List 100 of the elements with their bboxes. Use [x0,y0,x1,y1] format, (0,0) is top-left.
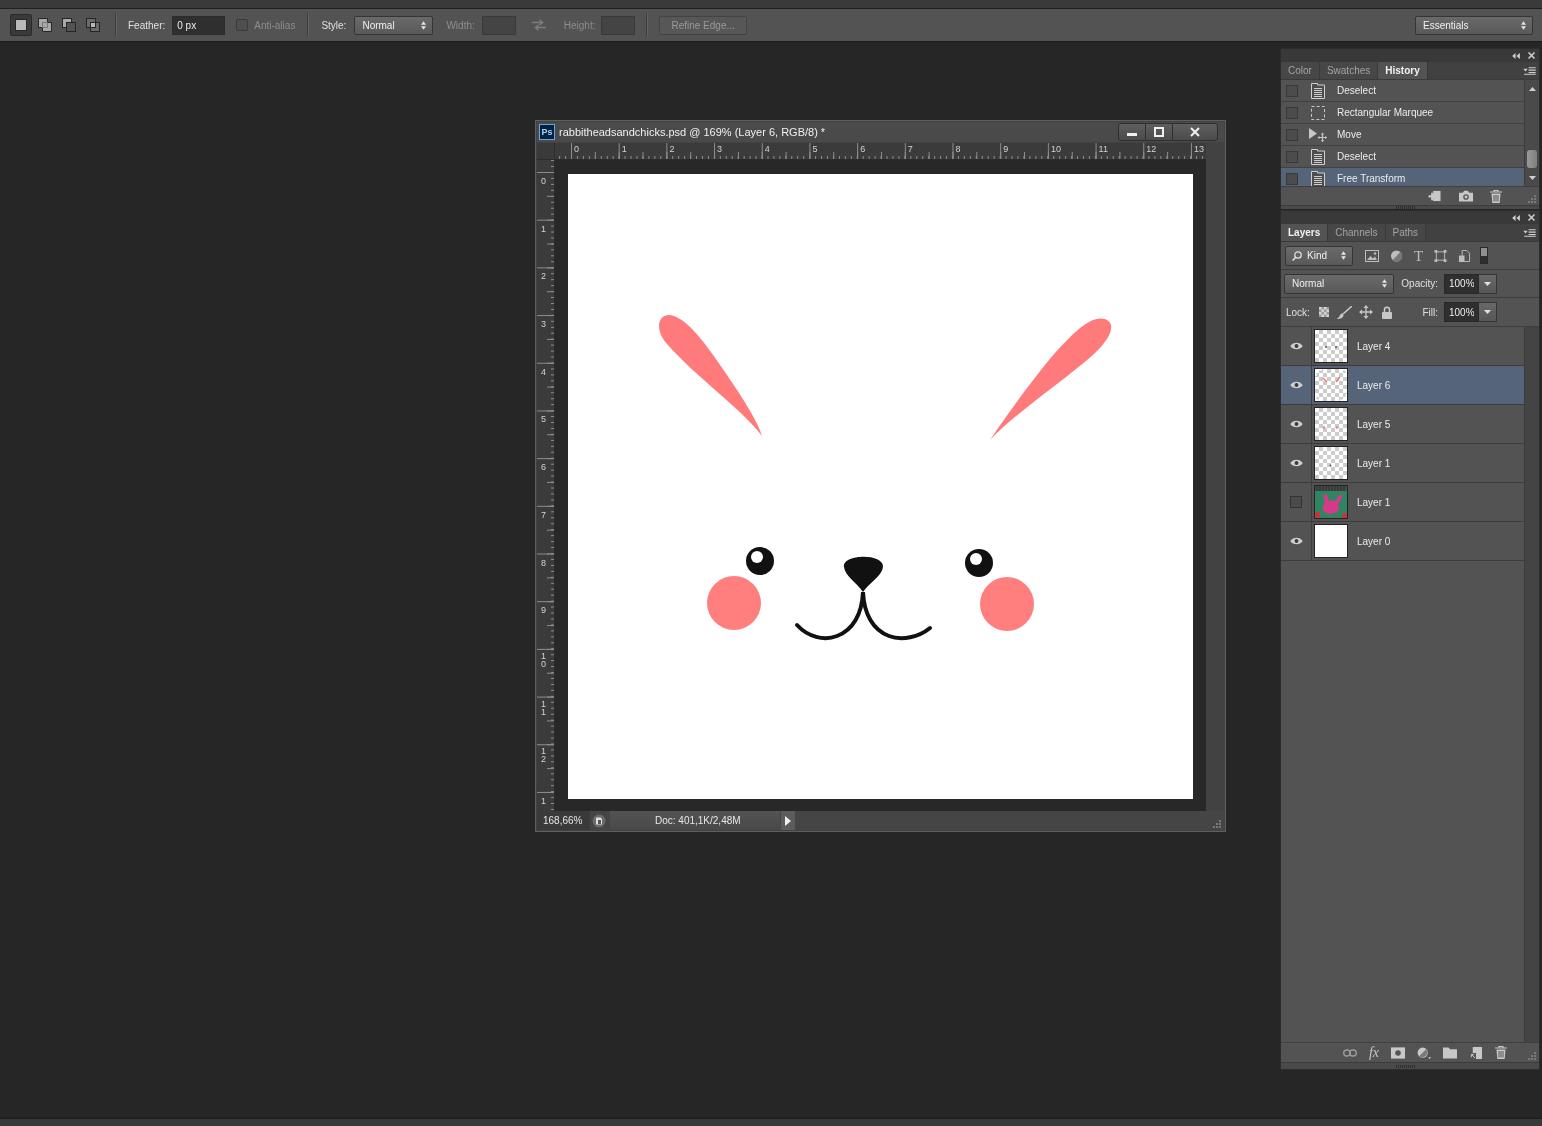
history-state-row[interactable]: Deselect [1281,80,1524,102]
folder-icon[interactable] [1443,1046,1457,1059]
layer-row[interactable]: Layer 0 [1281,522,1524,561]
close-icon[interactable] [1528,52,1535,59]
style-dropdown[interactable]: Normal [354,15,434,35]
new-layer-icon[interactable] [1469,1046,1483,1059]
lock-label: Lock: [1286,306,1310,318]
shape-frame-icon[interactable] [1434,249,1448,262]
opacity-dropdown-button[interactable] [1479,273,1497,294]
caret-icon [1484,281,1491,286]
eye-icon[interactable] [1289,459,1303,467]
panel-tab[interactable]: Swatches [1319,62,1379,79]
panel-menu-icon[interactable] [1523,66,1536,75]
panel-tab[interactable]: Layers [1281,224,1329,241]
type-filter-button[interactable]: T [1414,248,1424,263]
workspace-dropdown[interactable]: Essentials [1415,15,1533,35]
smart-object-icon[interactable] [1458,249,1472,262]
updown-arrows-icon [1521,20,1526,30]
eye-icon[interactable] [1289,381,1303,389]
scroll-thumb[interactable] [1527,150,1537,168]
layer-thumbnail [1314,329,1348,363]
layer-row[interactable]: Layer 1 [1281,483,1524,522]
new-document-icon[interactable] [1428,190,1442,202]
trash-icon[interactable] [1490,189,1502,203]
history-source-checkbox[interactable] [1286,128,1298,141]
move-arrows-icon[interactable] [1358,305,1373,319]
resize-grip-icon[interactable] [1213,819,1221,828]
filter-kind-dropdown[interactable]: Kind [1285,245,1353,266]
feather-label: Feather: [128,19,166,31]
layer-name: Layer 4 [1357,340,1391,352]
panel-tab[interactable]: History [1378,62,1428,79]
filter-toggle-switch[interactable] [1480,247,1489,264]
layer-name: Layer 0 [1357,535,1391,547]
image-icon[interactable] [1365,249,1379,262]
link-icon[interactable] [1342,1046,1357,1059]
blend-mode-dropdown[interactable]: Normal [1284,273,1394,294]
up-arrow-icon[interactable] [1528,87,1536,91]
updown-arrows-icon [1382,279,1387,288]
eye-icon[interactable] [1289,537,1303,545]
ruler-number: 12 [1146,144,1157,154]
selection-mode-button[interactable] [10,14,32,36]
maximize-button[interactable] [1146,123,1173,141]
close-button[interactable] [1173,123,1218,141]
close-icon[interactable] [1528,214,1535,221]
history-state-label: Move [1337,129,1362,140]
mask-icon[interactable] [1391,1046,1405,1059]
drag-handle-icon[interactable] [1396,206,1416,209]
half-circle-icon[interactable] [1417,1046,1431,1059]
panel-tab[interactable]: Color [1281,62,1320,79]
ruler-number: 13 [1193,144,1204,154]
layer-effects-button[interactable]: fx [1368,1045,1379,1060]
ruler-number: 6 [860,144,866,154]
history-state-label: Deselect [1337,85,1376,96]
resize-grip-icon[interactable] [1528,1052,1536,1060]
ruler-number: 9 [1003,144,1009,154]
updown-arrows-icon [1341,251,1346,260]
trash-icon[interactable] [1495,1046,1507,1059]
history-source-checkbox[interactable] [1286,150,1298,163]
anti-alias-label: Anti-alias [254,19,296,31]
height-label: Height: [563,19,596,31]
layer-row[interactable]: Layer 1 [1281,444,1524,483]
vertical-scrollbar[interactable] [1524,327,1539,1042]
opacity-label: Opacity: [1401,278,1438,289]
ruler-number: 2 [541,272,546,281]
eye-icon[interactable] [1289,342,1303,350]
brush-icon[interactable] [1336,305,1352,319]
vertical-scrollbar[interactable] [1524,80,1539,186]
opacity-field[interactable]: 100% [1444,273,1479,294]
layer-row[interactable]: Layer 6 [1281,366,1524,405]
layer-row[interactable]: Layer 5 [1281,405,1524,444]
history-state-row[interactable]: Move [1281,124,1524,146]
panel-tab[interactable]: Channels [1328,224,1386,241]
history-state-label: Deselect [1337,151,1376,162]
history-source-checkbox[interactable] [1286,106,1298,119]
fill-dropdown-button[interactable] [1479,302,1497,322]
checkerboard-icon[interactable] [1318,307,1329,317]
history-source-checkbox[interactable] [1286,172,1298,185]
down-arrow-icon[interactable] [1528,176,1536,180]
fill-field[interactable]: 100% [1444,302,1479,322]
document-status-icon[interactable] [592,813,606,828]
ruler-number: 6 [541,463,546,472]
ruler-number: 11 [541,699,546,716]
history-state-row[interactable]: Rectangular Marquee [1281,102,1524,124]
collapse-arrows-icon[interactable] [1512,214,1520,221]
resize-grip-icon[interactable] [1528,195,1536,203]
panel-menu-icon[interactable] [1523,228,1536,237]
history-source-checkbox[interactable] [1286,84,1298,97]
history-state-row[interactable]: Free Transform [1281,168,1524,186]
bunny-eye [746,547,774,575]
panel-tab[interactable]: Paths [1385,224,1427,241]
status-menu-button[interactable] [781,811,795,830]
minimize-button[interactable] [1118,123,1146,141]
padlock-icon[interactable] [1381,305,1392,319]
half-circle-icon[interactable] [1390,249,1403,262]
collapse-arrows-icon[interactable] [1512,52,1520,59]
ruler-number: 3 [717,144,723,154]
camera-icon[interactable] [1459,190,1473,202]
layer-thumbnail [1314,368,1348,402]
feather-field[interactable]: 0 px [172,15,226,35]
eye-icon[interactable] [1289,420,1303,428]
